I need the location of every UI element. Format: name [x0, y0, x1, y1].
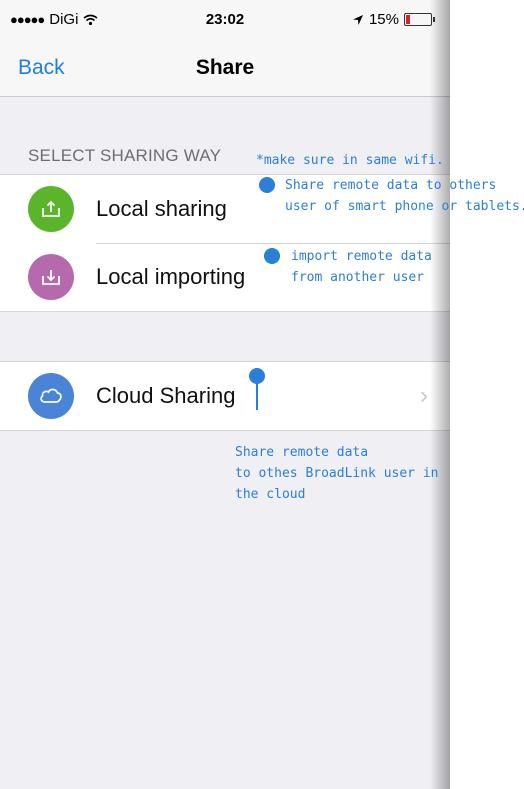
battery-percent: 15%: [368, 11, 399, 28]
wifi-note: *make sure in same wifi.: [256, 153, 444, 168]
status-right: 15%: [352, 11, 435, 28]
cloud-note: Share remote data to othes BroadLink use…: [235, 445, 439, 502]
battery-icon: [404, 13, 435, 26]
cloud-sharing-row[interactable]: Cloud Sharing ›: [0, 362, 450, 430]
cloud-options-group: Cloud Sharing ›: [0, 361, 450, 431]
chevron-right-icon: ›: [420, 382, 428, 409]
page-title: Share: [195, 56, 255, 79]
share-note-marker: [259, 177, 275, 193]
upload-tray-icon: [28, 186, 74, 232]
local-importing-label: Local importing: [96, 264, 246, 289]
section-header: SELECT SHARING WAY: [28, 146, 222, 165]
cloud-note-pointer: [256, 380, 258, 410]
share-note: Share remote data to others user of smar…: [285, 178, 524, 214]
cloud-icon: [28, 373, 74, 419]
phone-screen: ●●●●● DiGi 23:02 15% Back Share SELECT S…: [0, 0, 450, 789]
cloud-sharing-label: Cloud Sharing: [96, 383, 236, 408]
local-sharing-label: Local sharing: [96, 196, 227, 221]
import-note-marker: [264, 248, 280, 264]
location-arrow-icon: [352, 14, 363, 25]
navigation-bar: Back Share: [0, 44, 450, 97]
download-tray-icon: [28, 254, 74, 300]
status-bar: ●●●●● DiGi 23:02 15%: [0, 0, 450, 44]
import-note: import remote data from another user: [291, 249, 432, 285]
